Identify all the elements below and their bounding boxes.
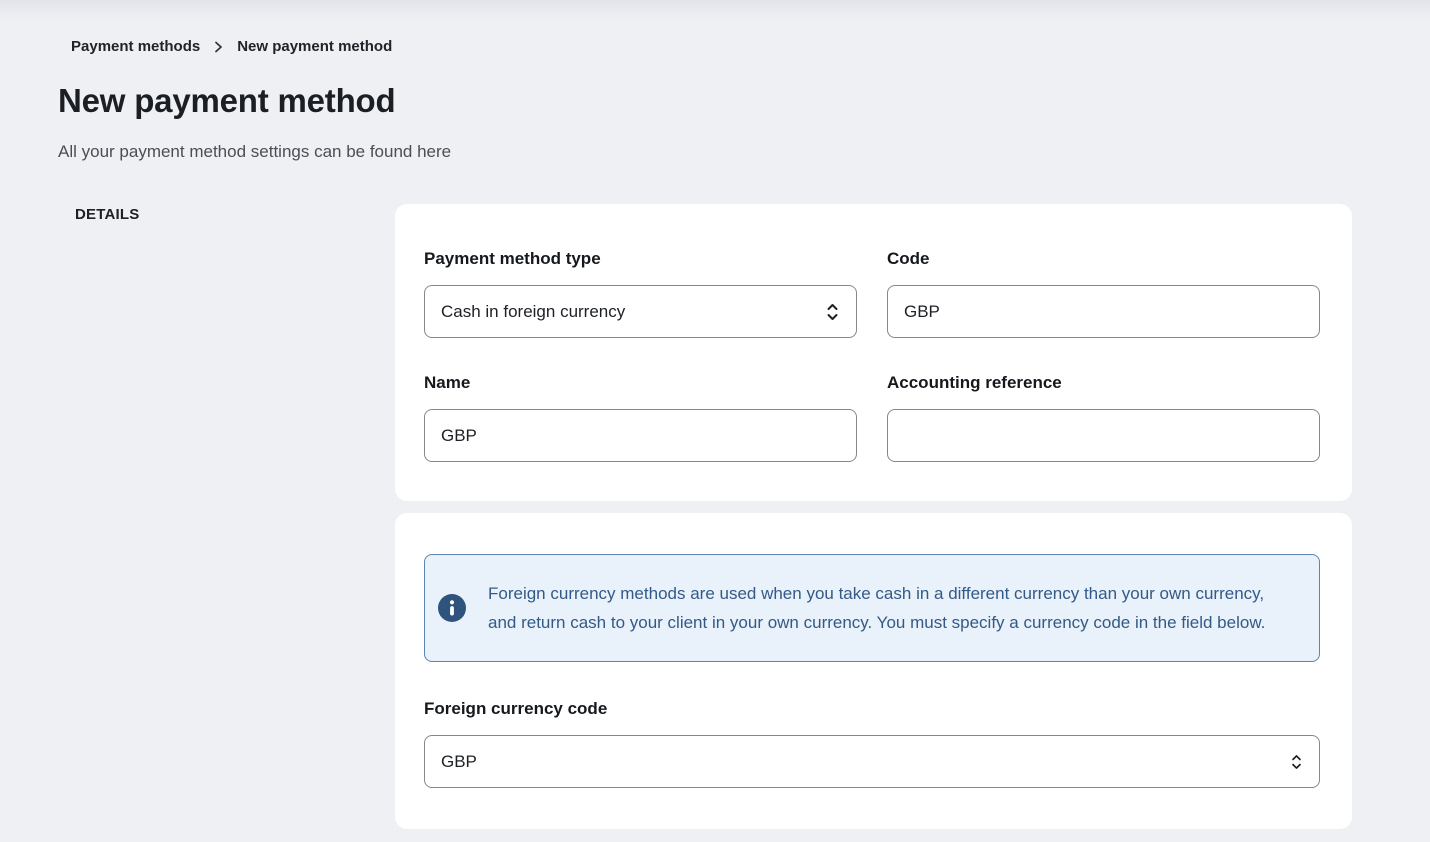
foreign-currency-code-select[interactable]: GBP [424,735,1320,788]
field-foreign-currency-code: Foreign currency code GBP [424,699,1320,788]
payment-method-type-label: Payment method type [424,249,857,269]
form-cards: Payment method type Cash in foreign curr… [395,204,1352,829]
page-subtitle: All your payment method settings can be … [58,142,451,162]
foreign-currency-code-label: Foreign currency code [424,699,1320,719]
field-code: Code [887,249,1320,338]
foreign-currency-code-select-value: GBP [441,752,477,772]
breadcrumb-item-payment-methods[interactable]: Payment methods [71,38,200,55]
chevron-right-icon [214,41,223,53]
payment-method-type-select[interactable]: Cash in foreign currency [424,285,857,338]
info-icon [438,594,466,622]
chevron-up-down-icon [825,302,840,322]
info-banner-text: Foreign currency methods are used when y… [488,579,1295,637]
code-input[interactable] [887,285,1320,338]
field-accounting-reference: Accounting reference [887,373,1320,462]
top-scroll-shadow [0,0,1430,20]
breadcrumb: Payment methods New payment method [71,38,392,55]
code-label: Code [887,249,1320,269]
name-label: Name [424,373,857,393]
field-payment-method-type: Payment method type Cash in foreign curr… [424,249,857,338]
payment-method-type-select-value: Cash in foreign currency [441,302,625,322]
field-name: Name [424,373,857,462]
details-card: Payment method type Cash in foreign curr… [395,204,1352,501]
page-title: New payment method [58,82,395,120]
accounting-reference-input[interactable] [887,409,1320,462]
foreign-currency-card: Foreign currency methods are used when y… [395,513,1352,829]
accounting-reference-label: Accounting reference [887,373,1320,393]
chevron-up-down-icon [1290,753,1303,771]
name-input[interactable] [424,409,857,462]
info-banner: Foreign currency methods are used when y… [424,554,1320,662]
section-label-details: DETAILS [75,206,139,223]
breadcrumb-item-new-payment-method[interactable]: New payment method [237,38,392,55]
